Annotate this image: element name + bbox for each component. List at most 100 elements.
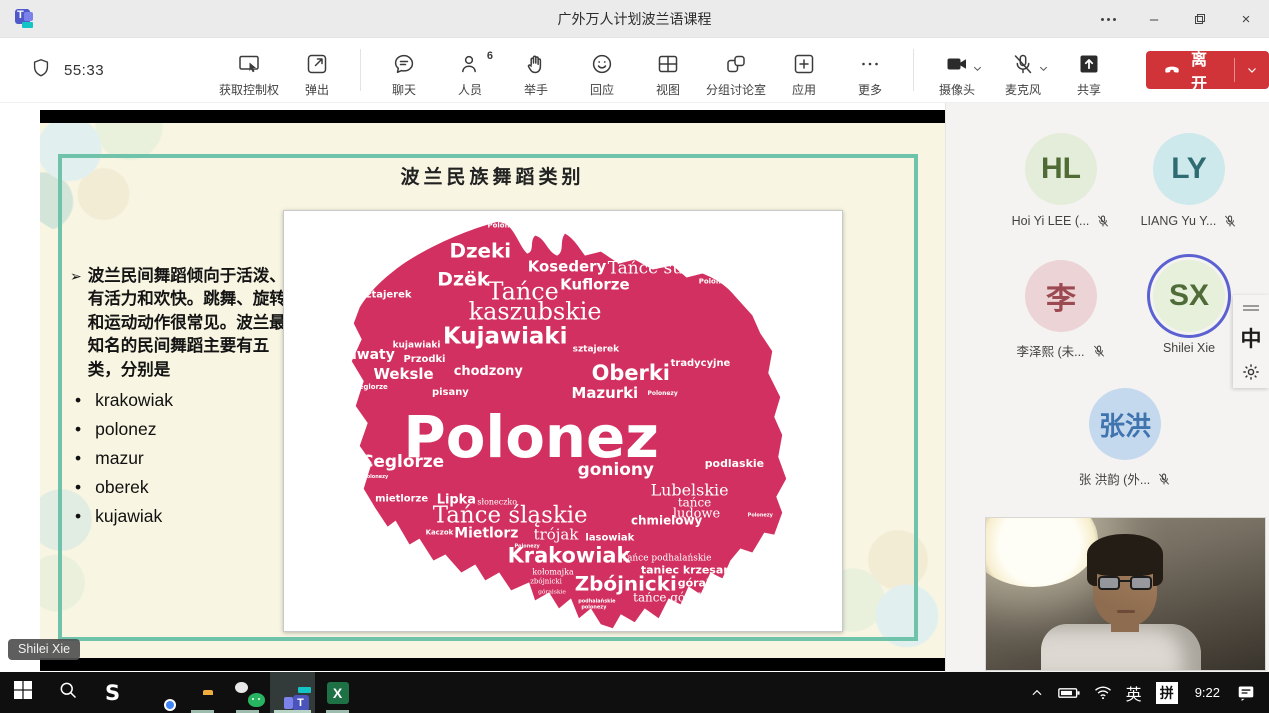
take-control-icon (237, 50, 261, 78)
apps-label: 应用 (792, 81, 816, 98)
breakout-rooms-icon (724, 50, 748, 78)
word-cloud-word: zbójnicki (530, 577, 562, 585)
wifi-icon[interactable] (1087, 672, 1119, 713)
react-icon (590, 50, 614, 78)
word-cloud-word: Polonezy (748, 513, 774, 519)
system-tray: 英 拼 9:22 (1023, 672, 1269, 713)
people-label: 人员 (458, 81, 482, 98)
word-cloud-word: chmielowy (631, 514, 703, 528)
word-cloud-word: Kaczok (426, 529, 454, 537)
meeting-main-area: 波兰民族舞蹈类别 ➢ 波兰民间舞蹈倾向于活泼、有活力和欢快。跳舞、旋转和运动动作… (0, 103, 1269, 672)
word-cloud-word: chodzony (454, 364, 524, 379)
window-more-button[interactable] (1085, 0, 1131, 38)
taskbar-app-start[interactable] (0, 672, 45, 713)
dance-name-list: •krakowiak•polonez•mazur•oberek•kujawiak (70, 390, 292, 527)
taskbar-app-excel[interactable]: X (315, 672, 360, 713)
ime-drag-handle[interactable] (1243, 303, 1259, 313)
participants-panel: HL Hoi Yi LEE (... LY LIANG Yu Y... 李 李泽… (945, 103, 1269, 672)
toolbar-button-pop-out[interactable]: 弹出 (289, 43, 345, 98)
word-cloud-word: góralskie (538, 588, 566, 595)
toolbar-button-raise-hand[interactable]: 举手 (508, 43, 564, 98)
toolbar-button-view[interactable]: 视图 (640, 43, 696, 98)
word-cloud-word: podhalańskie (578, 597, 616, 604)
taskbar-app-search[interactable] (45, 672, 90, 713)
tray-clock[interactable]: 9:22 (1185, 672, 1230, 713)
presentation-slide: 波兰民族舞蹈类别 ➢ 波兰民间舞蹈倾向于活泼、有活力和欢快。跳舞、旋转和运动动作… (40, 123, 945, 658)
word-cloud-word: Kuflorze (560, 275, 629, 293)
ime-mode-indicator[interactable]: 拼 (1156, 682, 1178, 704)
tray-language-indicator[interactable]: 英 (1119, 672, 1149, 713)
taskbar-app-wechat[interactable] (225, 672, 270, 713)
toolbar-button-more[interactable]: 更多 (842, 43, 898, 98)
leave-options-chevron[interactable] (1235, 64, 1269, 76)
search-icon (58, 680, 78, 705)
word-cloud-word: Tańce podhalańskie (622, 553, 712, 564)
person-hair (1087, 534, 1163, 576)
word-cloud-word: Mietlorz (454, 526, 518, 542)
person-mouth (1117, 610, 1135, 613)
window-minimize-button[interactable]: – (1131, 0, 1177, 38)
shared-screen-stage: 波兰民族舞蹈类别 ➢ 波兰民间舞蹈倾向于活泼、有活力和欢快。跳舞、旋转和运动动作… (0, 103, 945, 672)
poland-map-word-cloud: PolonezyDzekiKosederyTańce suwalskieDzëk… (284, 211, 842, 631)
window-close-button[interactable]: × (1223, 0, 1269, 38)
participant-name: Shilei Xie (1163, 341, 1215, 355)
taskbar-app-file-explorer[interactable] (180, 672, 225, 713)
word-cloud-word: tradycyjne (671, 358, 731, 369)
word-cloud-word: Dzeki (449, 240, 511, 263)
mic-muted-icon (1223, 214, 1237, 228)
toolbar-button-breakout-rooms[interactable]: 分组讨论室 (706, 43, 766, 98)
ime-toolbar: 中 (1233, 295, 1269, 388)
word-cloud-word: kołomajka (532, 567, 574, 576)
taskbar-app-teams[interactable]: T (270, 672, 315, 713)
taskbar-app-chrome[interactable] (135, 672, 180, 713)
word-cloud-word: Przodki (403, 354, 445, 365)
word-cloud-word: Polonezy (488, 222, 524, 230)
self-video-tile[interactable] (985, 517, 1266, 671)
participant-tile-张洪[interactable]: 张洪 张 洪韵 (外... (1060, 388, 1190, 488)
word-cloud-word: tańce góralskie (633, 590, 726, 604)
window-restore-button[interactable] (1177, 0, 1223, 38)
meeting-toolbar: 55:33 获取控制权弹出 聊天 6 人员 举手回应视图分组讨论室应用 更多 摄像头麦克… (0, 38, 1269, 103)
dance-list-item: •oberek (70, 477, 292, 498)
toolbar-button-chat[interactable]: 聊天 (376, 43, 432, 98)
toolbar-divider (360, 49, 361, 91)
camera-chevron-icon[interactable] (972, 61, 983, 79)
participant-tile-LY[interactable]: LY LIANG Yu Y... (1124, 133, 1254, 228)
word-cloud-word: Weksle (373, 365, 433, 383)
word-cloud-word: Krakowiak (508, 543, 632, 567)
privacy-shield-icon (30, 57, 52, 84)
participant-tile-HL[interactable]: HL Hoi Yi LEE (... (996, 133, 1126, 228)
ime-settings-gear-icon[interactable] (1241, 362, 1261, 387)
toolbar-button-microphone[interactable]: 麦克风 (995, 43, 1051, 98)
battery-icon[interactable] (1051, 672, 1087, 713)
ime-language-indicator[interactable]: 中 (1241, 323, 1262, 353)
microphone-icon (1011, 50, 1035, 78)
slide-title: 波兰民族舞蹈类别 (40, 162, 945, 189)
word-cloud-word: polonezy (581, 604, 607, 610)
leave-button[interactable]: 离开 (1146, 51, 1269, 89)
taskbar-app-sogou[interactable]: S (90, 672, 135, 713)
participant-tile-李[interactable]: 李 李泽熙 (未... (996, 260, 1126, 360)
toolbar-button-take-control[interactable]: 获取控制权 (219, 43, 279, 98)
pop-out-icon (305, 50, 329, 78)
slide-paragraph: 波兰民间舞蹈倾向于活泼、有活力和欢快。跳舞、旋转和运动动作很常见。波兰最知名的民… (88, 265, 292, 382)
microphone-chevron-icon[interactable] (1038, 61, 1049, 79)
toolbar-button-react[interactable]: 回应 (574, 43, 630, 98)
people-count-badge: 6 (487, 50, 493, 62)
toolbar-button-people[interactable]: 6 人员 (442, 43, 498, 98)
dance-list-item: •polonez (70, 419, 292, 440)
letter-s-icon: S (105, 681, 120, 705)
avatar-wrap: HL (1025, 133, 1097, 205)
tray-hidden-icons-chevron-icon[interactable] (1023, 672, 1051, 713)
share-label: 共享 (1077, 81, 1101, 98)
avatar: HL (1025, 133, 1097, 205)
meeting-timer: 55:33 (64, 62, 104, 79)
teams-app-icon: T (15, 9, 35, 29)
toolbar-button-camera[interactable]: 摄像头 (929, 43, 985, 98)
word-cloud-word: kujawiaki (393, 340, 441, 350)
ceiling-lamp (985, 517, 1098, 587)
word-cloud-word: Mazurki (571, 384, 638, 402)
toolbar-button-share[interactable]: 共享 (1061, 43, 1117, 98)
notification-center-icon[interactable] (1230, 672, 1269, 713)
toolbar-button-apps[interactable]: 应用 (776, 43, 832, 98)
